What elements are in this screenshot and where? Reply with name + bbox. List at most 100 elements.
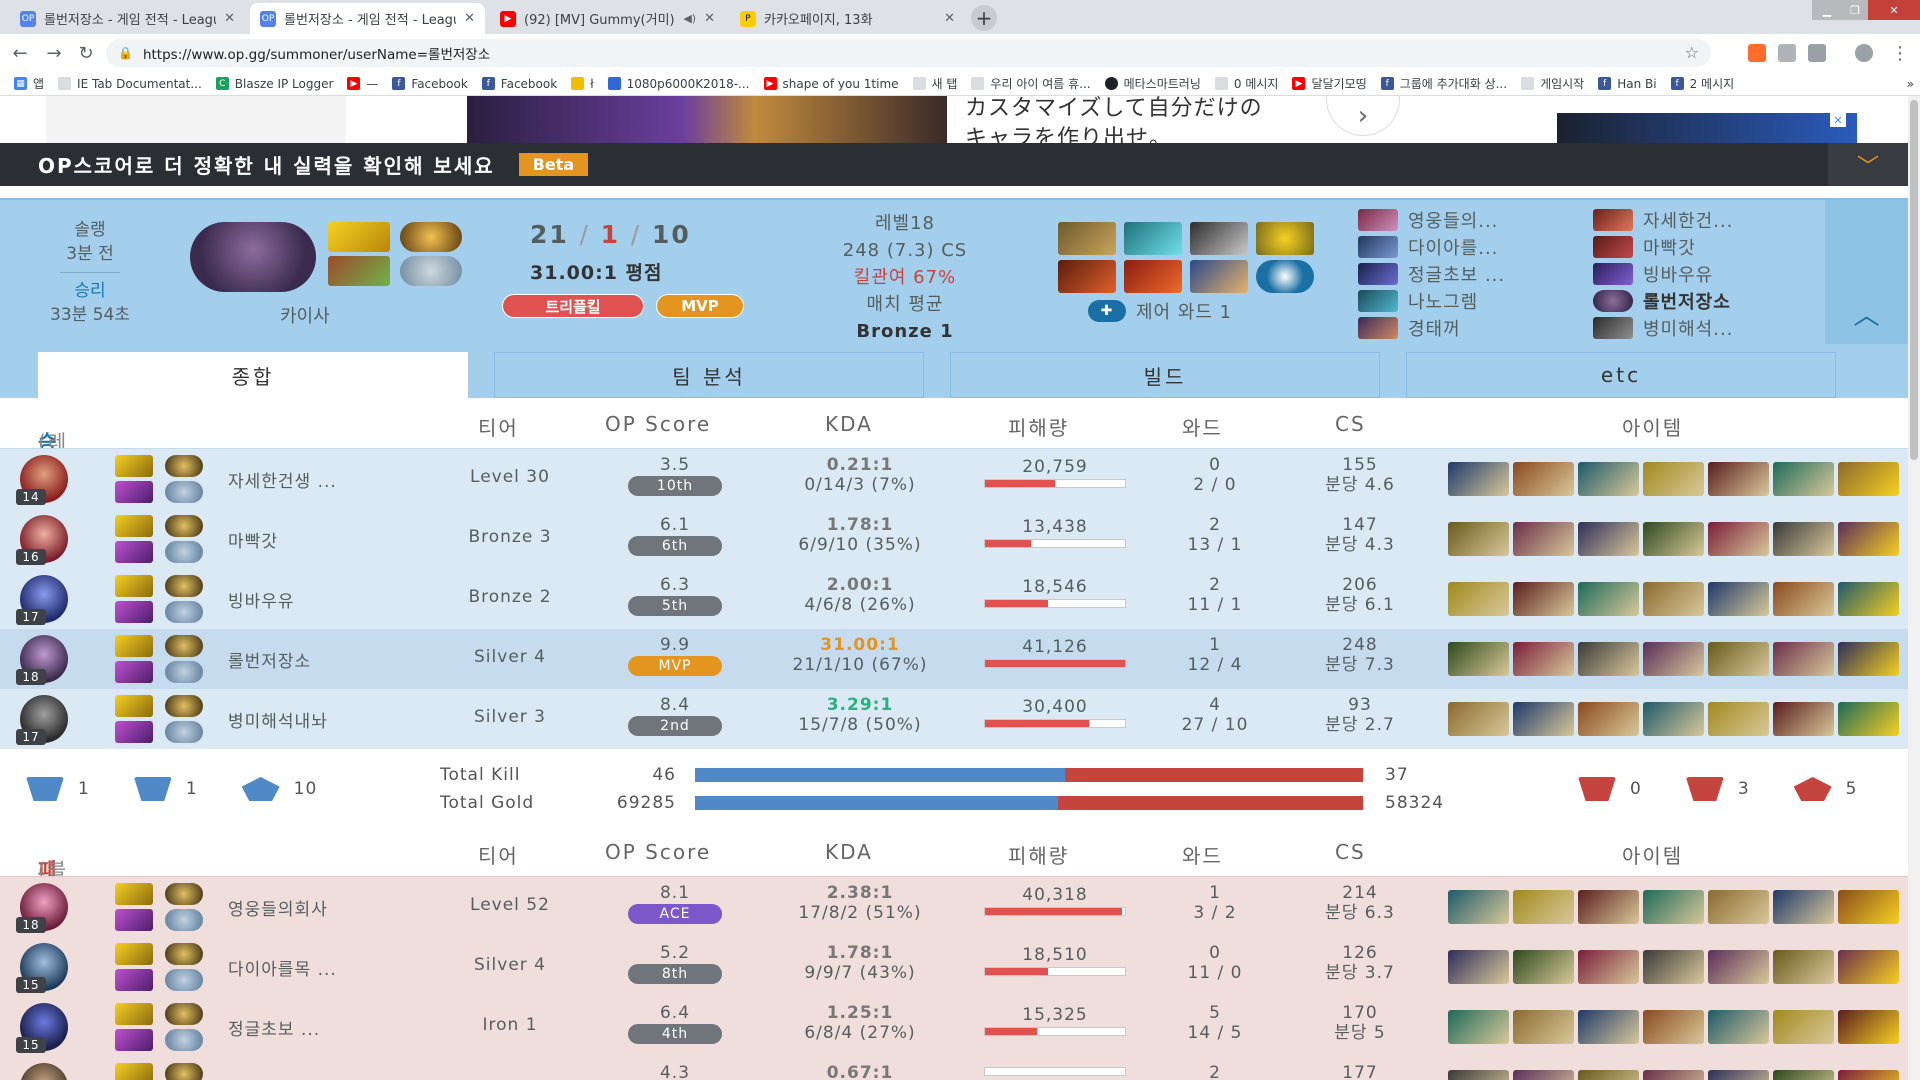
item-icon[interactable] [1708, 1010, 1769, 1044]
bookmark-item[interactable]: ▶ — [347, 77, 378, 91]
player-row[interactable]: 14 자세한건생 ... Level 30 3.5 10th 0.21:1 0/… [0, 449, 1908, 509]
player-row[interactable]: 15 정글초보 ... Iron 1 6.4 4th 1.25:1 6/8/4 … [0, 997, 1908, 1057]
speaker-icon[interactable]: ◀) [683, 12, 696, 25]
close-tab-icon[interactable]: ✕ [704, 11, 715, 26]
scrollbar-thumb[interactable] [1910, 100, 1918, 460]
item-icon[interactable] [1578, 950, 1639, 984]
team-player[interactable]: 마빡갓 [1593, 233, 1733, 260]
item-icon[interactable] [1773, 522, 1834, 556]
item-icon[interactable] [1190, 222, 1248, 255]
summoner-name[interactable]: 병미해석내놔 [228, 707, 418, 732]
item-icon[interactable] [1578, 1070, 1639, 1080]
bookmark-item[interactable]: 우리 아이 여름 휴... [971, 75, 1091, 92]
bookmarks-overflow-button[interactable]: » [1907, 77, 1914, 91]
trinket-icon[interactable] [1838, 702, 1899, 736]
item-icon[interactable] [1643, 890, 1704, 924]
item-icon[interactable] [1708, 582, 1769, 616]
item-icon[interactable] [1708, 522, 1769, 556]
ad-close-icon[interactable]: ✕ [1830, 113, 1846, 127]
menu-icon[interactable]: ⋮ [1886, 39, 1914, 67]
summoner-name[interactable]: 빙바우유 [228, 587, 418, 612]
item-icon[interactable] [1448, 642, 1509, 676]
bookmark-item[interactable]: f Facebook [481, 77, 557, 91]
tab-team-analysis[interactable]: 팀 분석 [494, 352, 924, 398]
summoner-name[interactable]: 마빡갓 [228, 527, 418, 552]
item-icon[interactable] [1448, 950, 1509, 984]
summoner-name[interactable]: 다이아를목 ... [228, 955, 418, 980]
player-row[interactable]: 18 롤번저장소 Silver 4 9.9 MVP 31.00:1 21/1/1… [0, 629, 1908, 689]
team-player[interactable]: 정글초보 ... [1358, 260, 1505, 287]
item-icon[interactable] [1513, 582, 1574, 616]
item-icon[interactable] [1643, 522, 1704, 556]
bookmark-item[interactable]: 게임시작 [1521, 75, 1584, 92]
item-icon[interactable] [1773, 462, 1834, 496]
item-icon[interactable] [1643, 950, 1704, 984]
item-icon[interactable] [1513, 702, 1574, 736]
summoner-name[interactable]: 정글초보 ... [228, 1015, 418, 1040]
trinket-icon[interactable] [1838, 642, 1899, 676]
item-icon[interactable] [1708, 642, 1769, 676]
item-icon[interactable] [1578, 462, 1639, 496]
trinket-icon[interactable] [1838, 582, 1899, 616]
bookmark-item[interactable]: f Han Bi [1598, 77, 1657, 91]
item-icon[interactable] [1448, 582, 1509, 616]
bookmark-item[interactable]: ▶ 달달기모띵 [1292, 75, 1367, 92]
close-window-icon[interactable]: ✕ [1868, 0, 1920, 20]
ad-image[interactable] [1557, 113, 1857, 143]
trinket-icon[interactable] [1838, 462, 1899, 496]
item-icon[interactable] [1448, 890, 1509, 924]
item-icon[interactable] [1513, 1010, 1574, 1044]
team-player[interactable]: 병미해석... [1593, 314, 1733, 341]
opscore-banner[interactable]: OP스코어로 더 정확한 내 실력을 확인해 보세요 Beta ﹀ [0, 143, 1908, 186]
bookmark-item[interactable]: 1080p6000K2018-... [607, 77, 750, 91]
close-tab-icon[interactable]: ✕ [224, 11, 235, 26]
item-icon[interactable] [1773, 642, 1834, 676]
item-icon[interactable] [1578, 642, 1639, 676]
summoner-name[interactable]: 자세한건생 ... [228, 467, 418, 492]
extension-icon[interactable] [1748, 44, 1766, 62]
trinket-icon[interactable] [1256, 222, 1314, 255]
close-tab-icon[interactable]: ✕ [944, 11, 955, 26]
minimize-icon[interactable]: ▁ [1812, 0, 1842, 20]
item-icon[interactable] [1124, 260, 1182, 293]
item-icon[interactable] [1643, 582, 1704, 616]
build-icon[interactable] [1256, 260, 1314, 293]
item-icon[interactable] [1578, 702, 1639, 736]
item-icon[interactable] [1058, 260, 1116, 293]
browser-tab-2[interactable]: OP 롤번저장소 - 게임 전적 - Leagu ✕ [250, 3, 485, 34]
back-icon[interactable]: ← [6, 39, 34, 67]
reload-icon[interactable]: ↻ [72, 39, 100, 67]
item-icon[interactable] [1708, 462, 1769, 496]
trinket-icon[interactable] [1838, 890, 1899, 924]
bookmark-item[interactable]: ▶ shape of you 1time [763, 77, 899, 91]
tab-etc[interactable]: etc [1406, 352, 1836, 398]
bookmark-item[interactable]: f Facebook [392, 77, 468, 91]
item-icon[interactable] [1708, 950, 1769, 984]
team-player[interactable]: 자세한건... [1593, 206, 1733, 233]
tab-overview[interactable]: 종합 [38, 352, 468, 398]
player-row[interactable]: 18 영웅들의회사 Level 52 8.1 ACE 2.38:1 17/8/2… [0, 877, 1908, 937]
item-icon[interactable] [1513, 950, 1574, 984]
item-icon[interactable] [1448, 522, 1509, 556]
item-icon[interactable] [1578, 1010, 1639, 1044]
champion-portrait[interactable] [190, 222, 316, 292]
item-icon[interactable] [1773, 1010, 1834, 1044]
bookmark-item[interactable]: 메타스마트러닝 [1104, 75, 1201, 92]
item-icon[interactable] [1708, 702, 1769, 736]
item-icon[interactable] [1513, 890, 1574, 924]
item-icon[interactable] [1448, 1010, 1509, 1044]
item-icon[interactable] [1643, 1070, 1704, 1080]
bookmark-item[interactable]: IE Tab Documentat... [58, 77, 202, 91]
item-icon[interactable] [1513, 1070, 1574, 1080]
chevron-down-icon[interactable]: ﹀ [1828, 143, 1908, 186]
item-icon[interactable] [1448, 702, 1509, 736]
team-player[interactable]: 롤번저장소 [1593, 287, 1733, 314]
player-row[interactable]: 17 병미해석내놔 Silver 3 8.4 2nd 3.29:1 15/7/8… [0, 689, 1908, 749]
browser-tab-3[interactable]: ▶ (92) [MV] Gummy(거미) _ Al ◀) ✕ [490, 3, 725, 34]
ad-image[interactable] [467, 96, 947, 143]
item-icon[interactable] [1578, 522, 1639, 556]
trinket-icon[interactable] [1838, 950, 1899, 984]
player-row[interactable]: 17 빙바우유 Bronze 2 6.3 5th 2.00:1 4/6/8 (2… [0, 569, 1908, 629]
bookmark-apps[interactable]: ▦ 앱 [14, 75, 44, 92]
item-icon[interactable] [1643, 702, 1704, 736]
